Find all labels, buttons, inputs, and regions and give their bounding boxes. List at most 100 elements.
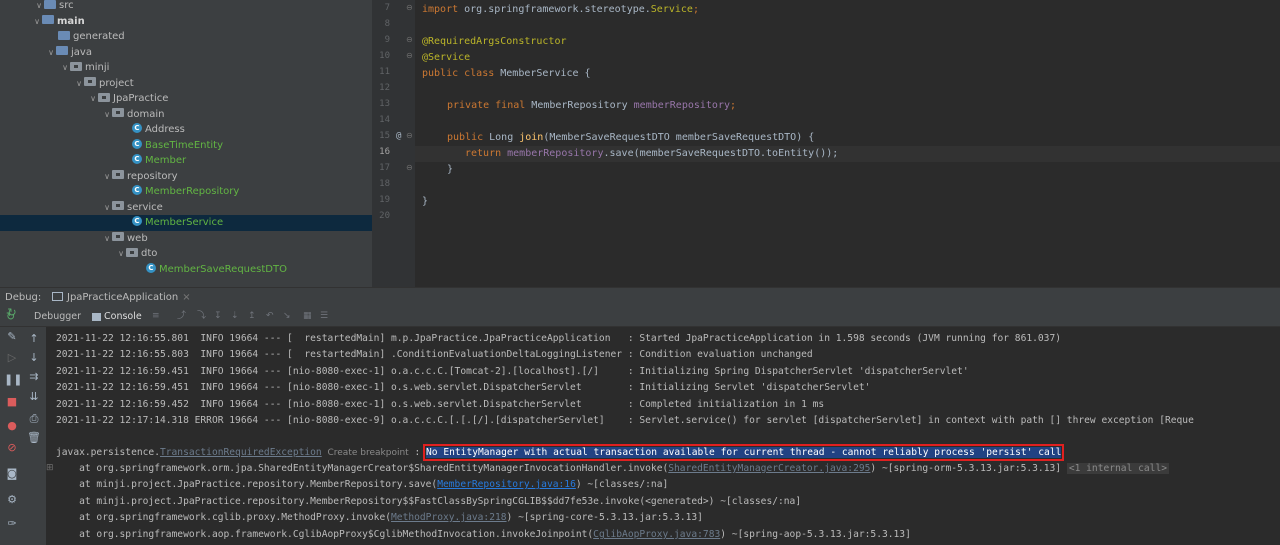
expand-icon[interactable]: ⊞: [46, 463, 54, 473]
folder-icon: [56, 46, 68, 55]
tab-jpapracticeapplication[interactable]: JpaPracticeApplication ×: [52, 288, 191, 307]
chevron-down-icon[interactable]: ∨: [34, 0, 44, 14]
code-editor[interactable]: 7 8 9 10 11 12 13 14 15 16 17 18 19 20 @…: [372, 0, 1280, 287]
log-line: 2021-11-22 12:16:55.801 INFO 19664 --- […: [56, 333, 1062, 344]
source-link[interactable]: CglibAopProxy.java:783: [593, 529, 720, 540]
line-number: 14: [379, 115, 390, 125]
fold-icon[interactable]: ⊖: [406, 35, 413, 44]
menu-icon[interactable]: ≡: [152, 306, 160, 327]
tree-item-minji[interactable]: ∨ minji: [0, 60, 372, 76]
tree-item-web[interactable]: ∨ web: [0, 231, 372, 247]
console-output[interactable]: 2021-11-22 12:16:55.801 INFO 19664 --- […: [46, 327, 1280, 545]
tree-item-membersaverequestdto[interactable]: C MemberSaveRequestDTO: [0, 262, 372, 278]
pause-icon[interactable]: ❚❚: [4, 373, 22, 387]
class-icon: C: [132, 185, 142, 195]
tree-item-address[interactable]: C Address: [0, 122, 372, 138]
tree-item-member[interactable]: C Member: [0, 153, 372, 169]
show-execution-point-icon[interactable]: ⤴: [177, 306, 186, 327]
print-icon[interactable]: ⎙: [26, 412, 42, 426]
fold-icon[interactable]: ⊖: [406, 131, 413, 140]
package-icon: [126, 247, 138, 257]
fold-icon[interactable]: ⊖: [406, 3, 413, 12]
stop-icon[interactable]: ■: [4, 395, 20, 409]
tab-debugger[interactable]: Debugger: [34, 306, 81, 327]
exception-class-link[interactable]: TransactionRequiredException: [160, 447, 322, 458]
source-link[interactable]: SharedEntityManagerCreator.java:295: [668, 463, 870, 474]
code-line: public class MemberService {: [422, 68, 591, 79]
package-icon: [112, 108, 124, 117]
evaluate-icon[interactable]: ▦: [303, 306, 312, 327]
chevron-down-icon[interactable]: ∨: [102, 200, 112, 216]
line-number: 13: [379, 99, 390, 109]
chevron-down-icon[interactable]: ∨: [88, 91, 98, 107]
run-to-cursor-icon[interactable]: ↘: [283, 306, 291, 327]
tree-item-generated[interactable]: generated: [0, 29, 372, 45]
create-breakpoint-link[interactable]: Create breakpoint: [327, 448, 408, 458]
arrow-up-icon[interactable]: ↑: [26, 332, 42, 346]
debug-label: Debug:: [5, 292, 42, 303]
mute-breakpoints-icon[interactable]: ⊘: [4, 441, 20, 455]
fold-icon[interactable]: ⊖: [406, 51, 413, 60]
chevron-down-icon[interactable]: ∨: [102, 169, 112, 185]
tree-item-repository[interactable]: ∨ repository: [0, 169, 372, 185]
line-number: 12: [379, 83, 390, 93]
line-number: 15: [379, 131, 390, 141]
resume-program-icon[interactable]: ▷: [4, 351, 20, 365]
override-marker-icon[interactable]: @: [396, 131, 401, 141]
tree-item-src[interactable]: ∨ src: [0, 0, 372, 14]
drop-frame-icon[interactable]: ↶: [266, 306, 274, 327]
folder-icon: [42, 15, 54, 24]
trace-icon[interactable]: ☰: [320, 306, 328, 327]
stack-frame: at org.springframework.orm.jpa.SharedEnt…: [56, 463, 1170, 474]
project-tree: ∨ src ∨ main generated ∨ java ∨ minji ∨ proje…: [0, 0, 372, 287]
settings-icon[interactable]: ⚙: [4, 493, 20, 507]
chevron-down-icon[interactable]: ∨: [102, 231, 112, 247]
package-icon: [112, 170, 124, 179]
resume-icon[interactable]: ↻: [4, 306, 20, 320]
chevron-down-icon[interactable]: ∨: [32, 14, 42, 30]
tree-item-project[interactable]: ∨ project: [0, 76, 372, 92]
chevron-down-icon[interactable]: ∨: [46, 45, 56, 61]
tree-item-domain[interactable]: ∨ domain: [0, 107, 372, 123]
step-into-icon[interactable]: ↧: [214, 306, 222, 327]
arrow-down-icon[interactable]: ↓: [26, 351, 42, 365]
line-number: 7: [384, 3, 390, 13]
stack-frame: at org.springframework.aop.framework.Cgl…: [56, 529, 911, 540]
camera-icon[interactable]: ◙: [4, 467, 20, 481]
line-number: 10: [379, 51, 390, 61]
force-step-into-icon[interactable]: ⇣: [231, 306, 239, 327]
tree-item-memberservice[interactable]: C MemberService: [0, 215, 372, 231]
tree-item-java[interactable]: ∨ java: [0, 45, 372, 61]
fold-icon[interactable]: ⊖: [406, 163, 413, 172]
close-icon[interactable]: ×: [182, 292, 190, 303]
step-over-icon[interactable]: ⤵: [197, 306, 206, 327]
clear-all-icon[interactable]: 🗑: [26, 431, 42, 445]
tree-item-memberrepository[interactable]: C MemberRepository: [0, 184, 372, 200]
scroll-to-end-icon[interactable]: ⇊: [26, 390, 42, 404]
chevron-down-icon[interactable]: ∨: [60, 60, 70, 76]
tree-item-dto[interactable]: ∨ dto: [0, 246, 372, 262]
source-link[interactable]: MethodProxy.java:218: [391, 512, 507, 523]
modify-run-config-icon[interactable]: ✎: [4, 330, 20, 344]
view-breakpoints-icon[interactable]: ●: [4, 419, 20, 433]
class-icon: C: [132, 154, 142, 164]
internal-calls-toggle[interactable]: <1 internal call>: [1066, 463, 1170, 474]
line-number: 19: [379, 195, 390, 205]
source-link[interactable]: MemberRepository.java:16: [437, 479, 576, 490]
chevron-down-icon[interactable]: ∨: [116, 246, 126, 262]
tree-item-main[interactable]: ∨ main: [0, 14, 372, 30]
tree-item-jpapractice[interactable]: ∨ JpaPractice: [0, 91, 372, 107]
tree-item-service[interactable]: ∨ service: [0, 200, 372, 216]
tab-console[interactable]: Console: [92, 306, 142, 327]
tree-item-basetimeentity[interactable]: C BaseTimeEntity: [0, 138, 372, 154]
step-out-icon[interactable]: ↥: [248, 306, 256, 327]
line-number: 16: [379, 147, 390, 157]
soft-wrap-icon[interactable]: ⇉: [26, 370, 42, 384]
chevron-down-icon[interactable]: ∨: [102, 107, 112, 123]
log-line: 2021-11-22 12:17:14.318 ERROR 19664 --- …: [56, 415, 1194, 426]
chevron-down-icon[interactable]: ∨: [74, 76, 84, 92]
editor-gutter: 7 8 9 10 11 12 13 14 15 16 17 18 19 20 @…: [372, 0, 415, 287]
package-icon: [98, 92, 110, 102]
pin-icon[interactable]: ✑: [4, 517, 20, 531]
exception-line: javax.persistence.TransactionRequiredExc…: [56, 444, 1065, 461]
